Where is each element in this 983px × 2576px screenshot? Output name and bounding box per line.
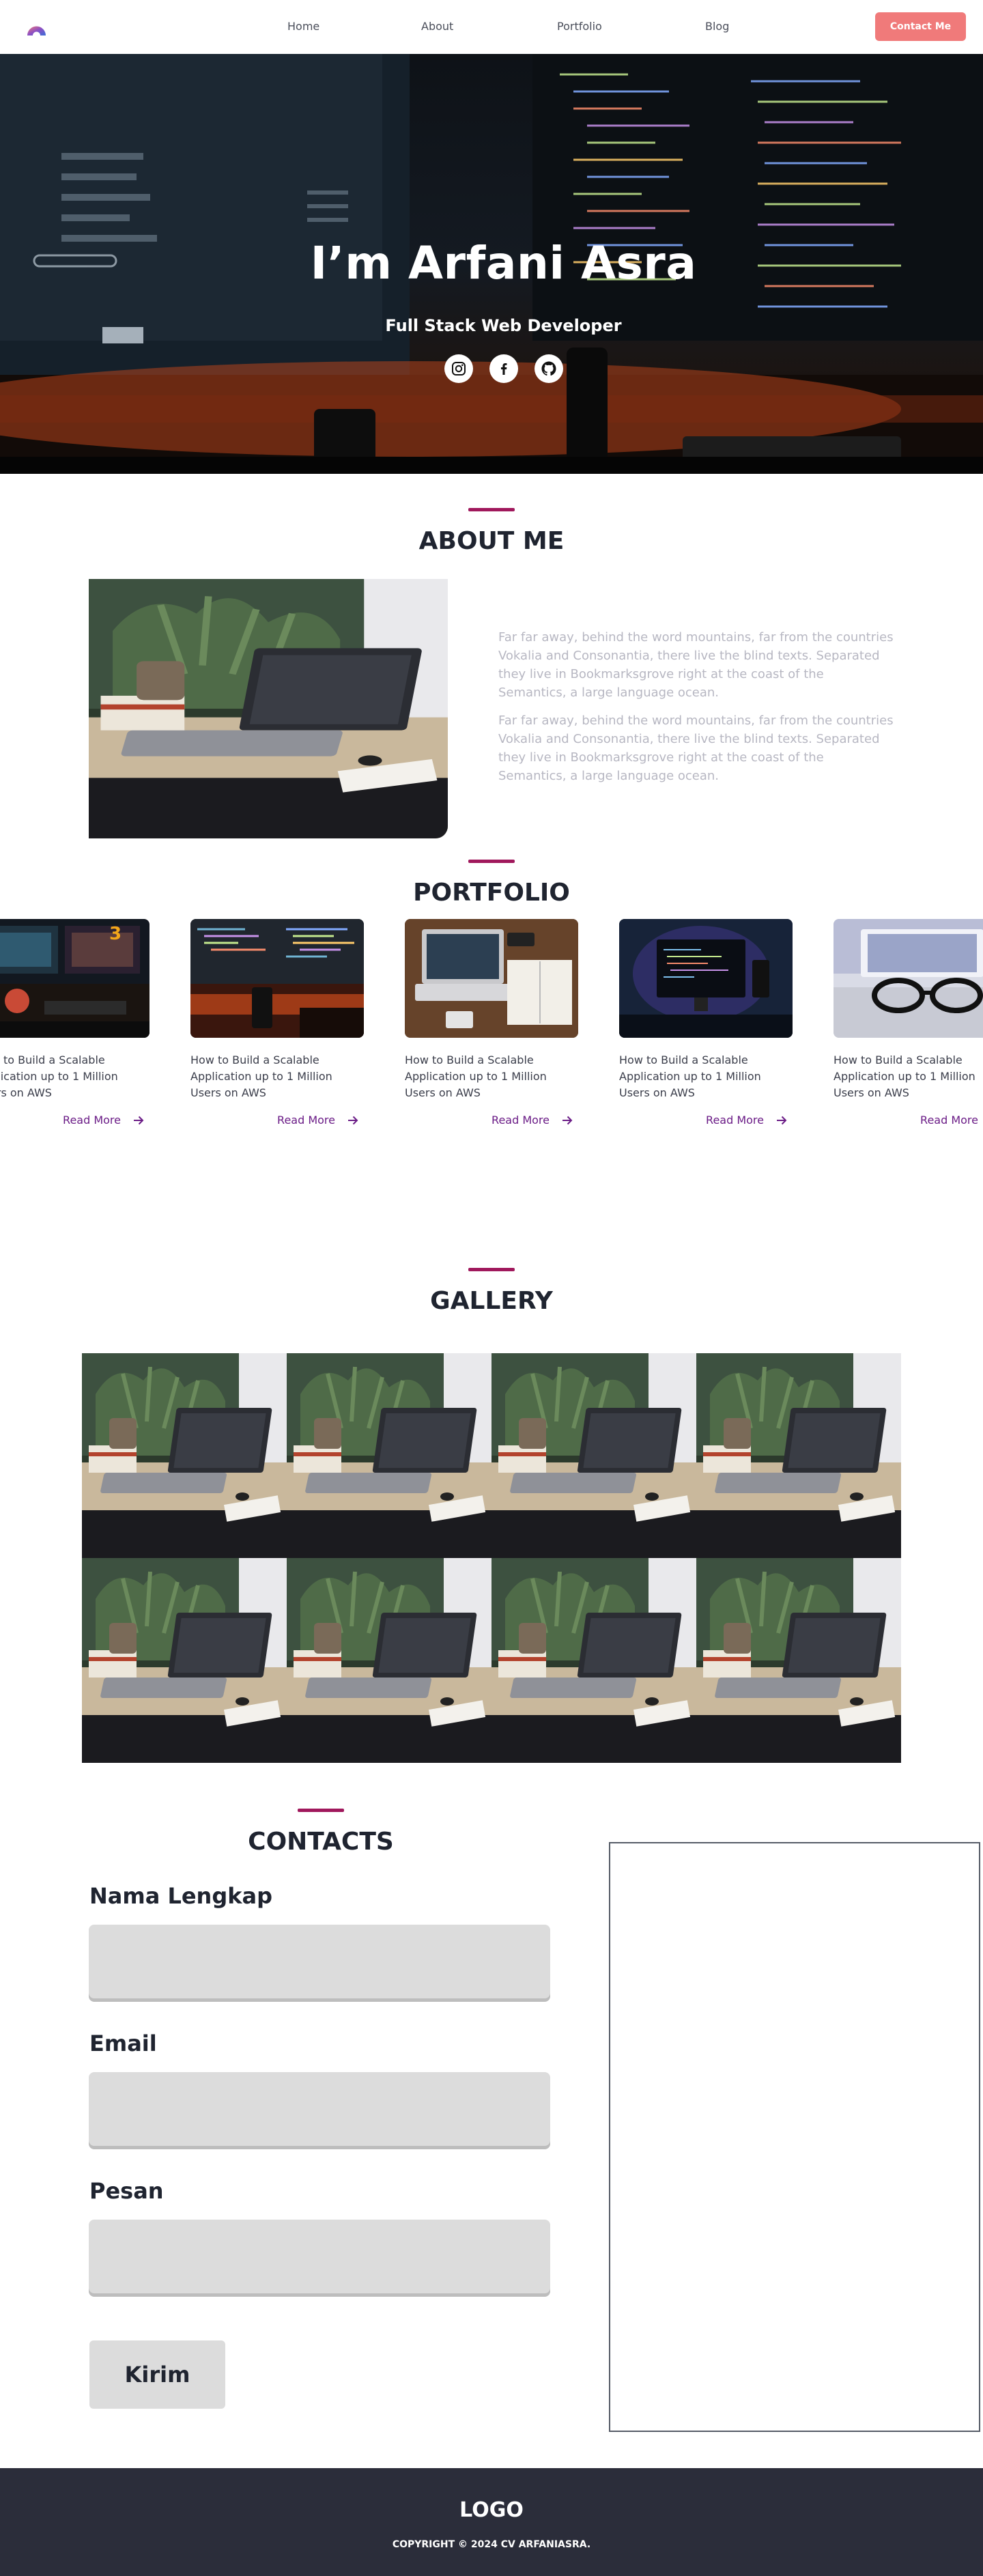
gallery-image[interactable]	[696, 1353, 901, 1558]
portfolio-card-title: How to Build a Scalable Application up t…	[190, 1053, 332, 1099]
contact-me-button[interactable]: Contact Me	[875, 12, 966, 41]
submit-button[interactable]: Kirim	[89, 2340, 225, 2409]
hero-title: I’m Arfani Asra	[310, 237, 697, 289]
footer-logo: LOGO	[459, 2498, 524, 2522]
nav-blog-link[interactable]: Blog	[705, 20, 729, 33]
gallery-grid	[82, 1353, 901, 1763]
about-section: ABOUT ME Far far away, behind the word m…	[0, 474, 983, 843]
email-field[interactable]	[89, 2072, 550, 2146]
read-more-link[interactable]: Read More	[834, 1114, 983, 1127]
portfolio-card-image[interactable]	[834, 919, 983, 1038]
portfolio-card[interactable]: How to Build a Scalable Application up t…	[405, 919, 578, 1127]
nav-links: Home About Portfolio Blog	[259, 0, 751, 54]
logo-icon[interactable]	[26, 18, 47, 36]
portfolio-card-title: How to Build a Scalable Application up t…	[834, 1053, 975, 1099]
arrow-right-icon	[562, 1116, 573, 1124]
gallery-image[interactable]	[82, 1353, 287, 1558]
nav-home-link[interactable]: Home	[287, 20, 319, 33]
gallery-image[interactable]	[287, 1353, 492, 1558]
portfolio-card[interactable]: How to Build a Scalable Application up t…	[619, 919, 793, 1127]
gallery-section: GALLERY	[0, 1268, 983, 1804]
arrow-right-icon	[348, 1116, 358, 1124]
social-links	[444, 354, 565, 384]
about-accent-bar	[468, 508, 515, 511]
read-more-link[interactable]: Read More	[619, 1114, 793, 1127]
gallery-image[interactable]	[492, 1558, 696, 1763]
portfolio-card-image[interactable]	[0, 919, 149, 1038]
portfolio-card-title: How to Build a Scalable Application up t…	[405, 1053, 547, 1099]
portfolio-card-image[interactable]	[619, 919, 793, 1038]
about-image	[89, 579, 448, 838]
read-more-link[interactable]: Read More	[190, 1114, 364, 1127]
contacts-section: CONTACTS Nama Lengkap Email Pesan Kirim	[0, 1804, 983, 2468]
footer-copyright: COPYRIGHT © 2024 CV ARFANIASRA.	[392, 2539, 591, 2550]
portfolio-card-title: How to Build a Scalable Application up t…	[0, 1053, 118, 1099]
portfolio-accent-bar	[468, 860, 515, 863]
map-embed[interactable]	[609, 1842, 980, 2432]
github-icon[interactable]	[535, 354, 563, 383]
read-more-label: Read More	[277, 1114, 335, 1127]
read-more-label: Read More	[706, 1114, 764, 1127]
arrow-right-icon	[777, 1116, 787, 1124]
portfolio-section: PORTFOLIO How to Build a Scalable Applic…	[0, 843, 983, 1268]
nav-portfolio-link[interactable]: Portfolio	[557, 20, 602, 33]
gallery-accent-bar	[468, 1268, 515, 1271]
portfolio-card-image[interactable]	[190, 919, 364, 1038]
portfolio-card-image[interactable]	[405, 919, 578, 1038]
read-more-label: Read More	[63, 1114, 121, 1127]
hero-section: I’m Arfani Asra Full Stack Web Developer	[0, 54, 983, 474]
portfolio-heading: PORTFOLIO	[413, 879, 570, 907]
instagram-icon[interactable]	[444, 354, 473, 383]
about-paragraph-1: Far far away, behind the word mountains,…	[498, 630, 894, 700]
arrow-right-icon	[134, 1116, 144, 1124]
nav-about-link[interactable]: About	[421, 20, 453, 33]
portfolio-card[interactable]: How to Build a Scalable Application up t…	[0, 919, 149, 1127]
portfolio-card[interactable]: How to Build a Scalable Application up t…	[834, 919, 983, 1127]
read-more-label: Read More	[492, 1114, 550, 1127]
email-label: Email	[89, 2030, 157, 2056]
gallery-image[interactable]	[696, 1558, 901, 1763]
hero-subtitle: Full Stack Web Developer	[385, 316, 622, 335]
name-field[interactable]	[89, 1925, 550, 1998]
portfolio-card[interactable]: How to Build a Scalable Application up t…	[190, 919, 364, 1127]
gallery-heading: GALLERY	[430, 1287, 553, 1315]
about-paragraph-2: Far far away, behind the word mountains,…	[498, 713, 894, 783]
read-more-label: Read More	[920, 1114, 978, 1127]
contacts-accent-bar	[298, 1809, 344, 1812]
footer: LOGO COPYRIGHT © 2024 CV ARFANIASRA.	[0, 2468, 983, 2576]
gallery-image[interactable]	[82, 1558, 287, 1763]
contacts-heading: CONTACTS	[248, 1828, 394, 1856]
read-more-link[interactable]: Read More	[0, 1114, 149, 1127]
message-label: Pesan	[89, 2178, 164, 2204]
gallery-image[interactable]	[492, 1353, 696, 1558]
gallery-image[interactable]	[287, 1558, 492, 1763]
navbar: Home About Portfolio Blog Contact Me	[0, 0, 983, 54]
message-field[interactable]	[89, 2220, 550, 2293]
read-more-link[interactable]: Read More	[405, 1114, 578, 1127]
portfolio-card-title: How to Build a Scalable Application up t…	[619, 1053, 761, 1099]
name-label: Nama Lengkap	[89, 1883, 273, 1909]
about-heading: ABOUT ME	[418, 527, 565, 555]
facebook-icon[interactable]	[489, 354, 518, 383]
